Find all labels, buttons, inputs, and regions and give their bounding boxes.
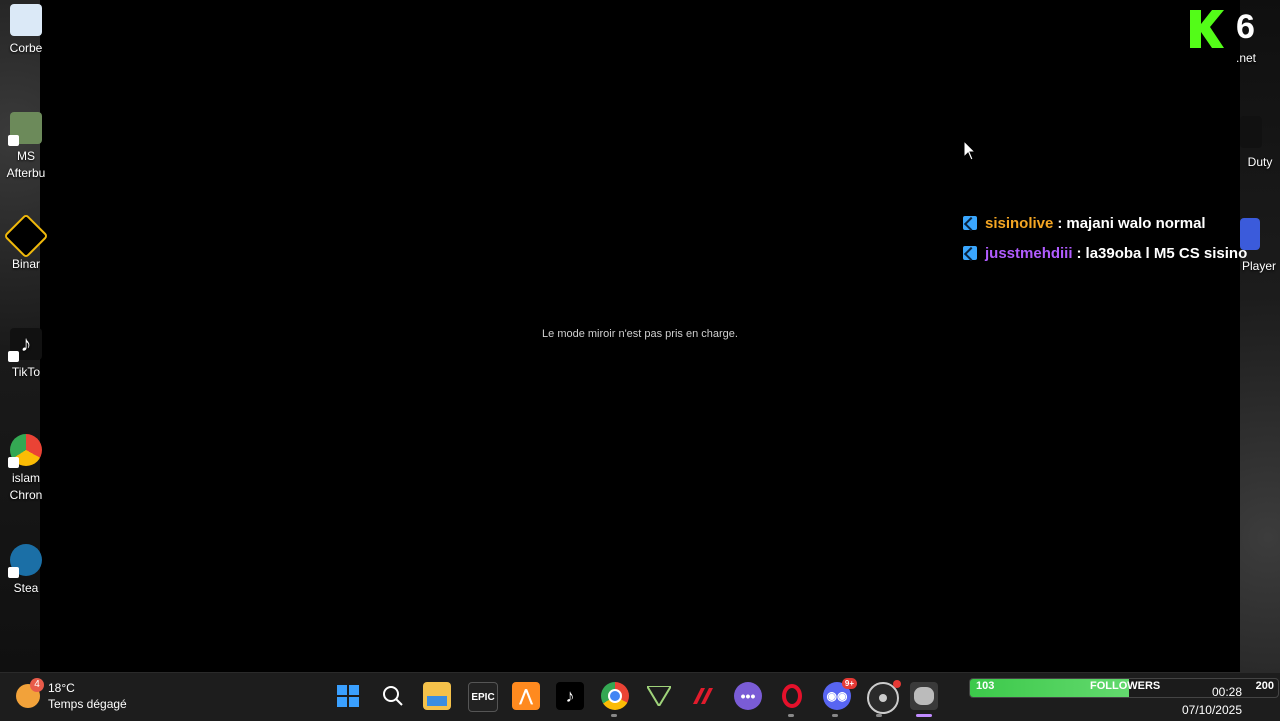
fl-studio-icon: ⋀ bbox=[519, 688, 533, 705]
chat-text: majani walo normal bbox=[1066, 214, 1206, 232]
vegas-icon bbox=[647, 686, 671, 706]
desktop-icon-label: MS bbox=[17, 149, 35, 163]
active-indicator bbox=[916, 714, 932, 717]
opera-button[interactable] bbox=[778, 682, 806, 710]
desktop-icon-label: Duty bbox=[1247, 155, 1273, 169]
chat-text: la39oba l M5 CS sisino bbox=[1085, 244, 1248, 262]
weather-condition: Temps dégagé bbox=[48, 697, 127, 711]
k6-logo-icon bbox=[1190, 10, 1224, 48]
desktop-icon-label: islam bbox=[11, 471, 40, 485]
discord-badge: 9+ bbox=[841, 678, 857, 689]
search-button[interactable] bbox=[379, 682, 407, 710]
chat-username: jusstmehdiii bbox=[985, 244, 1073, 262]
weather-alert-badge: 4 bbox=[30, 678, 44, 692]
tiktok-icon: ♪ bbox=[565, 685, 575, 706]
system-clock[interactable]: 00:28 07/10/2025 bbox=[1178, 683, 1242, 719]
msi-dragon-button[interactable] bbox=[690, 682, 718, 710]
followers-goal: 200 bbox=[1255, 680, 1274, 692]
binance-icon bbox=[3, 213, 49, 259]
desktop-icon-label: TikTo bbox=[11, 365, 41, 379]
raccoon-app-button[interactable] bbox=[910, 682, 938, 710]
epic-games-icon: EPIC bbox=[471, 691, 495, 703]
steam-icon bbox=[8, 544, 42, 578]
desktop-icon-steam[interactable]: Stea bbox=[0, 544, 56, 597]
chat-app-button[interactable]: ••• bbox=[734, 682, 762, 710]
chat-username: sisinolive bbox=[985, 214, 1054, 232]
obs-button[interactable] bbox=[867, 680, 901, 714]
desktop-icon-chrome[interactable]: islam Chron bbox=[0, 434, 56, 504]
chat-overlay: sisinolive : majani walo normal jusstmeh… bbox=[963, 208, 1263, 268]
file-explorer-button[interactable] bbox=[423, 682, 451, 710]
chrome-icon bbox=[608, 689, 622, 703]
desktop-icon-call-of-duty[interactable]: Duty bbox=[1222, 116, 1278, 171]
weather-temperature: 18°C bbox=[48, 681, 75, 695]
running-indicator bbox=[876, 714, 882, 717]
search-icon bbox=[383, 686, 403, 706]
chrome-taskbar-button[interactable] bbox=[601, 682, 629, 710]
chat-message: jusstmehdiii : la39oba l M5 CS sisino bbox=[963, 238, 1263, 268]
recycle-bin-icon bbox=[10, 4, 42, 36]
desktop-icon-label: Binar bbox=[11, 257, 40, 271]
chat-bubble-icon: ••• bbox=[740, 688, 756, 704]
desktop-icon-label: Stea bbox=[13, 581, 39, 595]
file-explorer-icon bbox=[427, 696, 447, 706]
running-indicator bbox=[788, 714, 794, 717]
running-indicator bbox=[611, 714, 617, 717]
desktop-icon-msi-afterburner[interactable]: MS Afterbu bbox=[0, 112, 56, 182]
raccoon-app-icon bbox=[914, 687, 934, 705]
call-of-duty-icon bbox=[1240, 116, 1262, 148]
discord-button[interactable]: ◉◉ 9+ bbox=[823, 678, 857, 710]
running-indicator bbox=[832, 714, 838, 717]
desktop-icon-binance[interactable]: Binar bbox=[0, 213, 56, 273]
tiktok-taskbar-button[interactable]: ♪ bbox=[556, 682, 584, 710]
windows-start-button[interactable] bbox=[334, 682, 362, 710]
desktop-icon-label: Corbe bbox=[9, 41, 43, 55]
vegas-button[interactable] bbox=[645, 682, 673, 710]
desktop-icon-recycle-bin[interactable]: Corbe bbox=[0, 4, 56, 57]
opera-icon bbox=[782, 684, 802, 708]
msi-afterburner-icon bbox=[8, 112, 42, 146]
recording-dot bbox=[893, 680, 901, 688]
mirror-not-supported-message: Le mode miroir n'est pas pris en charge. bbox=[542, 328, 738, 340]
logo-number: 6 bbox=[1236, 8, 1255, 46]
chat-separator: : bbox=[1076, 244, 1082, 262]
chrome-icon bbox=[8, 434, 42, 468]
msi-dragon-icon bbox=[693, 688, 713, 704]
epic-games-button[interactable]: EPIC bbox=[468, 682, 498, 712]
clock-date: 07/10/2025 bbox=[1181, 703, 1242, 717]
obs-icon bbox=[879, 694, 887, 702]
desktop-icon-k6[interactable]: .net bbox=[1222, 50, 1278, 67]
followers-label: FOLLOWERS bbox=[1090, 680, 1161, 692]
chat-badge-icon bbox=[963, 246, 977, 260]
chat-separator: : bbox=[1057, 214, 1063, 232]
sun-icon: 4 bbox=[16, 678, 44, 708]
followers-current: 103 bbox=[976, 680, 995, 692]
windows-start-icon bbox=[337, 685, 359, 707]
fl-studio-button[interactable]: ⋀ bbox=[512, 682, 540, 710]
desktop-icon-label: .net bbox=[1235, 51, 1256, 65]
desktop-icon-label: Afterbu bbox=[6, 166, 46, 180]
discord-icon: ◉◉ bbox=[826, 689, 848, 703]
weather-widget[interactable]: 4 18°C Temps dégagé bbox=[16, 678, 127, 712]
clock-time: 00:28 bbox=[1211, 685, 1242, 699]
chat-message: sisinolive : majani walo normal bbox=[963, 208, 1263, 238]
chat-badge-icon bbox=[963, 216, 977, 230]
desktop-icon-label: Chron bbox=[9, 488, 43, 502]
